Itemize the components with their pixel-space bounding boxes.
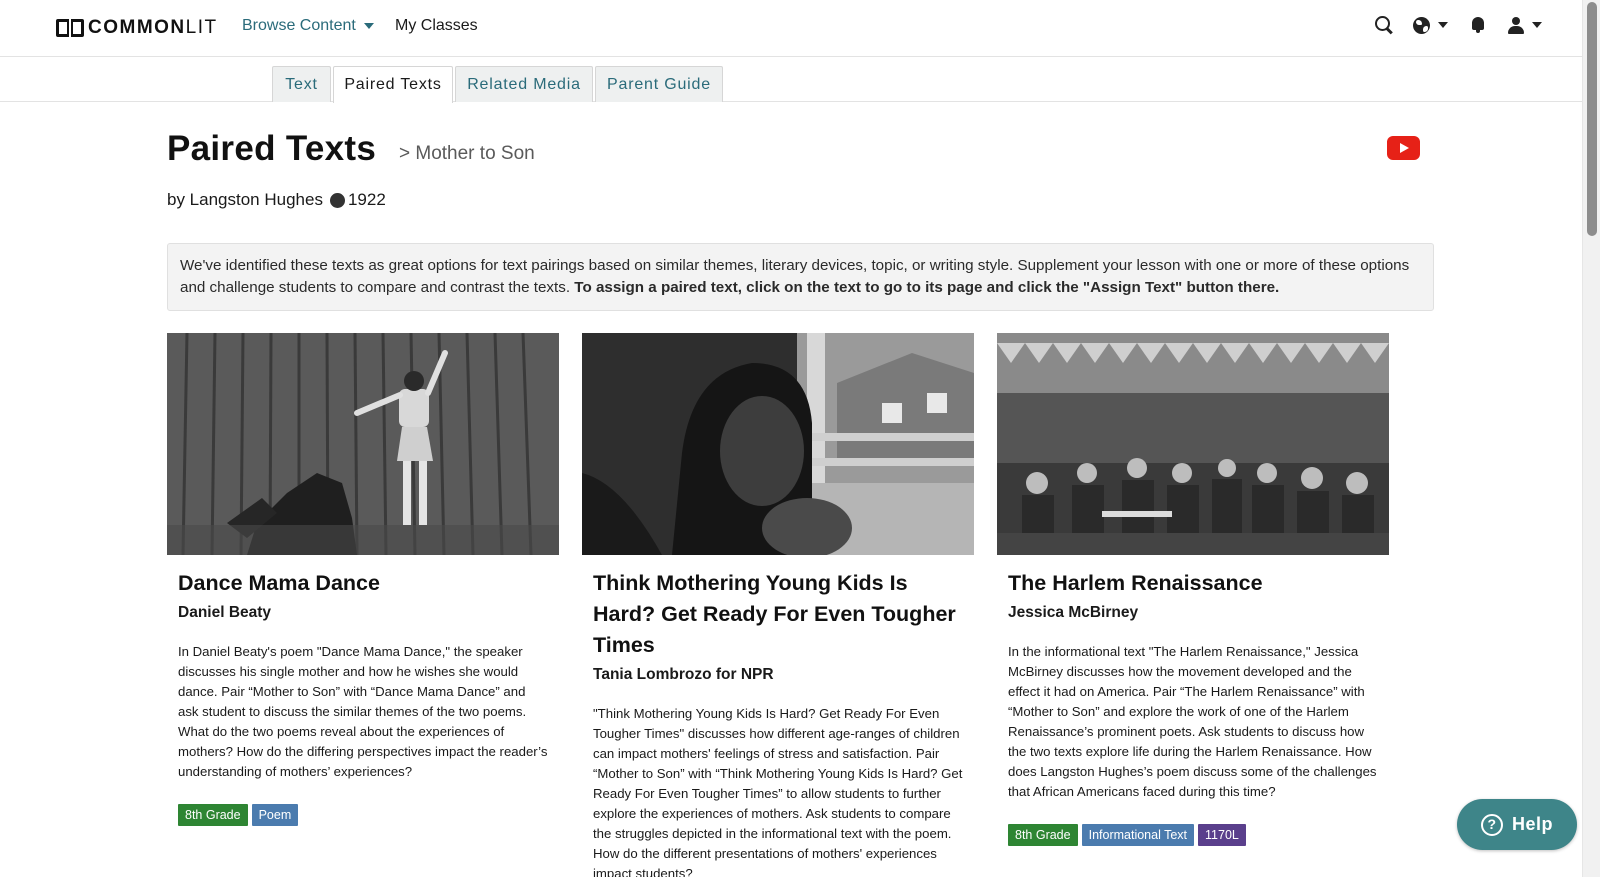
jazz-band-photo (997, 333, 1389, 555)
language-menu[interactable] (1413, 16, 1448, 34)
tab-parent-guide[interactable]: Parent Guide (595, 66, 723, 102)
card-author: Daniel Beaty (178, 604, 272, 621)
text-tabs: Text Paired Texts Related Media Parent G… (0, 57, 1582, 103)
tab-related-media[interactable]: Related Media (455, 66, 593, 102)
question-circle-icon: ? (1480, 813, 1503, 836)
card-author: Tania Lombrozo for NPR (593, 666, 774, 683)
commonlit-logo[interactable]: COMMONLIT (56, 16, 218, 40)
tab-paired-texts[interactable]: Paired Texts (333, 66, 453, 103)
help-button[interactable]: ? Help (1457, 799, 1577, 850)
card-author: Jessica McBirney (1008, 604, 1139, 621)
nav-icon-group (1375, 16, 1542, 34)
vertical-scrollbar[interactable] (1582, 0, 1600, 877)
separator-dot (329, 192, 345, 208)
user-menu[interactable] (1508, 16, 1542, 34)
card-tags: 8th Grade Informational Text 1170L (997, 824, 1389, 846)
youtube-icon[interactable] (1387, 136, 1420, 160)
card-tags: 8th Grade Poem (167, 804, 559, 826)
logo-text: COMMONLIT (88, 17, 218, 38)
chevron-down-icon (363, 23, 374, 29)
mother-and-baby-photo (582, 333, 974, 555)
genre-tag: Poem (251, 804, 299, 826)
grade-tag: 8th Grade (1008, 824, 1078, 846)
page-title: Paired Texts (167, 129, 377, 168)
my-classes-link[interactable]: My Classes (395, 17, 478, 35)
card-image[interactable] (997, 333, 1389, 555)
lexile-tag: 1170L (1198, 824, 1246, 846)
author-name: by Langston Hughes (167, 190, 323, 209)
user-icon (1508, 16, 1524, 34)
paired-text-card[interactable]: Dance Mama Dance Daniel Beaty In Daniel … (167, 333, 559, 826)
info-instruction: To assign a paired text, click on the te… (574, 279, 1280, 296)
globe-icon (1413, 16, 1430, 34)
card-description: In Daniel Beaty's poem "Dance Mama Dance… (178, 644, 548, 779)
card-description: "Think Mothering Young Kids Is Hard? Get… (593, 706, 963, 877)
browse-content-label: Browse Content (242, 17, 356, 34)
card-title[interactable]: Think Mothering Young Kids Is Hard? Get … (582, 568, 974, 661)
bell-icon[interactable] (1470, 16, 1486, 34)
card-image[interactable] (167, 333, 559, 555)
book-icon (56, 17, 84, 39)
tab-text[interactable]: Text (272, 66, 331, 102)
browse-content-menu[interactable]: Browse Content (242, 17, 374, 35)
author-byline: by Langston Hughes 1922 (167, 190, 386, 210)
card-title[interactable]: The Harlem Renaissance (997, 568, 1389, 599)
chevron-down-icon (1532, 22, 1542, 28)
paired-text-card[interactable]: The Harlem Renaissance Jessica McBirney … (997, 333, 1389, 846)
card-title[interactable]: Dance Mama Dance (167, 568, 559, 599)
genre-tag: Informational Text (1081, 824, 1195, 846)
card-description: In the informational text "The Harlem Re… (1008, 644, 1377, 799)
top-navbar: COMMONLIT Browse Content My Classes (0, 0, 1582, 57)
grade-tag: 8th Grade (178, 804, 248, 826)
dancing-girl-photo (167, 333, 559, 555)
paired-text-card[interactable]: Think Mothering Young Kids Is Hard? Get … (582, 333, 974, 877)
search-icon[interactable] (1375, 16, 1393, 34)
help-label: Help (1511, 814, 1553, 834)
card-image[interactable] (582, 333, 974, 555)
publication-year: 1922 (347, 190, 386, 209)
paired-texts-info: We've identified these texts as great op… (167, 243, 1434, 311)
page-breadcrumb[interactable]: > Mother to Son (399, 143, 535, 165)
chevron-down-icon (1438, 22, 1448, 28)
scrollbar-thumb[interactable] (1587, 2, 1597, 236)
app-root: COMMONLIT Browse Content My Classes Text… (0, 0, 1600, 877)
